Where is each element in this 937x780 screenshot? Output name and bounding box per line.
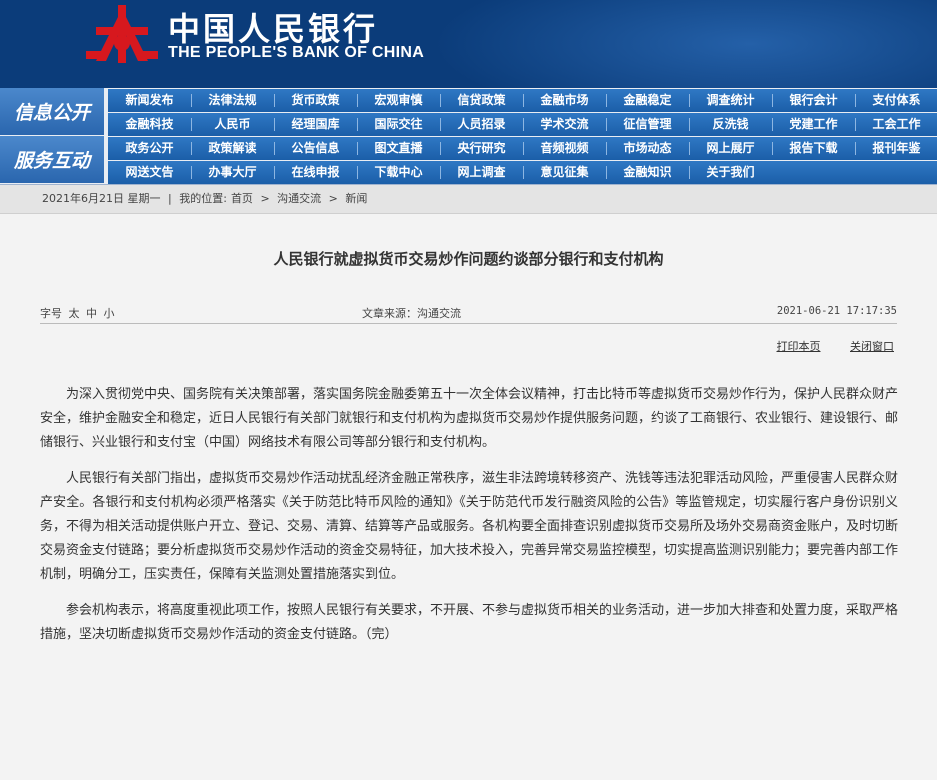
nav-section-service-label: 服务互动 bbox=[0, 136, 104, 183]
article-container: 人民银行就虚拟货币交易炒作问题约谈部分银行和支付机构 字号 太 中 小 文章来源… bbox=[0, 214, 937, 780]
article-source: 文章来源：沟通交流 bbox=[362, 307, 461, 320]
nav-row-2: 金融科技 人民币 经理国库 国际交往 人员招录 学术交流 征信管理 反洗钱 党建… bbox=[108, 113, 937, 136]
nav-item[interactable]: 金融科技 bbox=[108, 113, 191, 136]
nav-item[interactable]: 银行会计 bbox=[772, 89, 855, 112]
nav-item[interactable]: 新闻发布 bbox=[108, 89, 191, 112]
nav-row-4: 网送文告 办事大厅 在线申报 下载中心 网上调查 意见征集 金融知识 关于我们 bbox=[108, 161, 937, 184]
breadcrumb-section-link[interactable]: 沟通交流 bbox=[277, 192, 321, 205]
nav-item[interactable]: 政务公开 bbox=[108, 137, 191, 160]
nav-item[interactable]: 党建工作 bbox=[772, 113, 855, 136]
article-paragraph: 人民银行有关部门指出，虚拟货币交易炒作活动扰乱经济金融正常秩序，滋生非法跨境转移… bbox=[40, 471, 899, 582]
pboc-emblem-icon[interactable] bbox=[82, 3, 162, 65]
site-header: 中国人民银行 THE PEOPLE'S BANK OF CHINA bbox=[0, 0, 937, 88]
nav-item[interactable]: 人员招录 bbox=[440, 113, 523, 136]
close-window-link[interactable]: 关闭窗口 bbox=[850, 340, 894, 353]
article-actions: 打印本页 关闭窗口 bbox=[751, 338, 895, 354]
breadcrumb-current[interactable]: 新闻 bbox=[345, 192, 367, 205]
nav-item[interactable]: 意见征集 bbox=[523, 161, 606, 184]
nav-item[interactable]: 政策解读 bbox=[191, 137, 274, 160]
font-size-medium-button[interactable]: 中 bbox=[86, 307, 97, 320]
print-page-link[interactable]: 打印本页 bbox=[777, 340, 821, 353]
nav-item[interactable]: 金融知识 bbox=[606, 161, 689, 184]
nav-item[interactable]: 报告下载 bbox=[772, 137, 855, 160]
nav-item[interactable]: 法律法规 bbox=[191, 89, 274, 112]
article-paragraph: 为深入贯彻党中央、国务院有关决策部署，落实国务院金融委第五十一次全体会议精神，打… bbox=[40, 387, 899, 450]
nav-item[interactable]: 在线申报 bbox=[274, 161, 357, 184]
nav-section-info-label: 信息公开 bbox=[0, 88, 104, 135]
nav-item[interactable]: 金融稳定 bbox=[606, 89, 689, 112]
nav-item[interactable]: 工会工作 bbox=[855, 113, 937, 136]
site-title-en: THE PEOPLE'S BANK OF CHINA bbox=[168, 44, 425, 61]
nav-item[interactable]: 音频视频 bbox=[523, 137, 606, 160]
nav-item[interactable]: 关于我们 bbox=[689, 161, 772, 184]
current-date: 2021年6月21日 星期一 bbox=[42, 192, 161, 205]
breadcrumb-arrow: > bbox=[328, 192, 338, 205]
nav-item[interactable]: 反洗钱 bbox=[689, 113, 772, 136]
main-navigation: 信息公开 服务互动 新闻发布 法律法规 货币政策 宏观审慎 信贷政策 金融市场 … bbox=[0, 88, 937, 185]
breadcrumb: 2021年6月21日 星期一 | 我的位置: 首页 > 沟通交流 > 新闻 bbox=[0, 185, 937, 214]
nav-item[interactable]: 征信管理 bbox=[606, 113, 689, 136]
breadcrumb-location-label: 我的位置: bbox=[179, 192, 227, 205]
font-size-label: 字号 bbox=[40, 307, 62, 320]
font-size-small-button[interactable]: 小 bbox=[104, 307, 115, 320]
nav-item[interactable]: 经理国库 bbox=[274, 113, 357, 136]
nav-item[interactable]: 报刊年鉴 bbox=[855, 137, 937, 160]
nav-item[interactable]: 网上展厅 bbox=[689, 137, 772, 160]
breadcrumb-separator: | bbox=[168, 192, 172, 205]
font-size-controls: 字号 太 中 小 bbox=[40, 305, 115, 321]
nav-row-1: 新闻发布 法律法规 货币政策 宏观审慎 信贷政策 金融市场 金融稳定 调查统计 … bbox=[108, 89, 937, 112]
nav-row-3: 政务公开 政策解读 公告信息 图文直播 央行研究 音频视频 市场动态 网上展厅 … bbox=[108, 137, 937, 160]
nav-item[interactable]: 信贷政策 bbox=[440, 89, 523, 112]
nav-item[interactable]: 图文直播 bbox=[357, 137, 440, 160]
article-body: 为深入贯彻党中央、国务院有关决策部署，落实国务院金融委第五十一次全体会议精神，打… bbox=[40, 383, 898, 659]
article-datetime: 2021-06-21 17:17:35 bbox=[776, 305, 897, 317]
nav-item[interactable]: 学术交流 bbox=[523, 113, 606, 136]
nav-item[interactable]: 金融市场 bbox=[523, 89, 606, 112]
nav-item[interactable]: 国际交往 bbox=[357, 113, 440, 136]
nav-item[interactable]: 市场动态 bbox=[606, 137, 689, 160]
nav-item[interactable]: 货币政策 bbox=[274, 89, 357, 112]
article-paragraph: 参会机构表示，将高度重视此项工作，按照人民银行有关要求，不开展、不参与虚拟货币相… bbox=[40, 603, 899, 642]
nav-item[interactable]: 人民币 bbox=[191, 113, 274, 136]
breadcrumb-home-link[interactable]: 首页 bbox=[231, 192, 253, 205]
nav-item[interactable]: 调查统计 bbox=[689, 89, 772, 112]
nav-item[interactable]: 宏观审慎 bbox=[357, 89, 440, 112]
breadcrumb-arrow: > bbox=[260, 192, 270, 205]
nav-item[interactable]: 央行研究 bbox=[440, 137, 523, 160]
article-title: 人民银行就虚拟货币交易炒作问题约谈部分银行和支付机构 bbox=[273, 250, 664, 268]
nav-item[interactable]: 公告信息 bbox=[274, 137, 357, 160]
article-meta: 字号 太 中 小 文章来源：沟通交流 2021-06-21 17:17:35 bbox=[40, 303, 897, 324]
nav-item[interactable]: 支付体系 bbox=[855, 89, 937, 112]
nav-item[interactable]: 办事大厅 bbox=[191, 161, 274, 184]
nav-item[interactable]: 网送文告 bbox=[108, 161, 191, 184]
nav-item[interactable]: 下载中心 bbox=[357, 161, 440, 184]
nav-item[interactable]: 网上调查 bbox=[440, 161, 523, 184]
font-size-large-button[interactable]: 太 bbox=[69, 307, 80, 320]
